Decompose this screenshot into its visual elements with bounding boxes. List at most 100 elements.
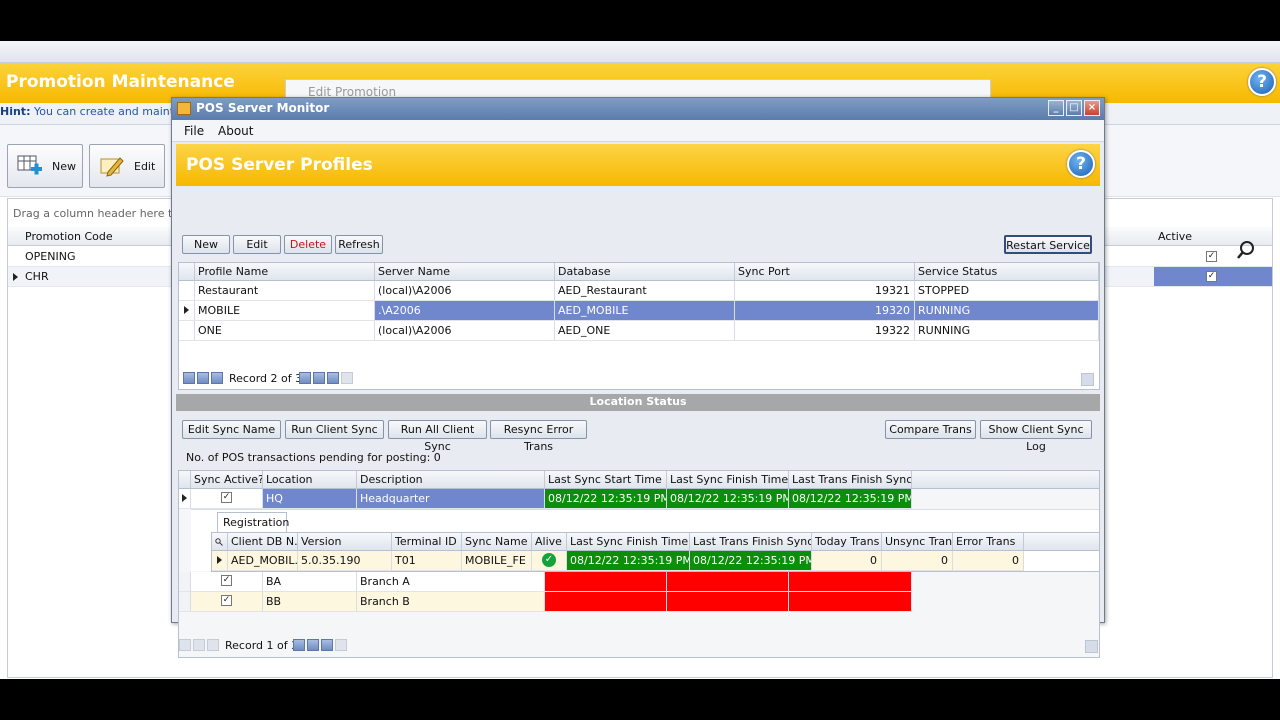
row-selector	[212, 551, 228, 571]
registration-grid: Client DB N... Version Terminal ID Sync …	[211, 532, 1099, 572]
scroll-right-button[interactable]	[1085, 640, 1098, 653]
col-last-sync-finish[interactable]: Last Sync Finish Time	[567, 533, 690, 551]
row-selector	[179, 489, 191, 509]
new-promotion-label: New	[52, 159, 76, 173]
col-sync-active[interactable]: Sync Active?	[191, 471, 263, 489]
row-indicator-icon	[13, 273, 18, 281]
hint-label: Hint:	[0, 105, 31, 118]
run-client-sync-button[interactable]: Run Client Sync	[285, 420, 384, 439]
row-indicator-icon	[184, 306, 189, 314]
last-record-button[interactable]	[321, 639, 333, 651]
pos-server-monitor-window: POS Server Monitor _ □ × File About POS …	[171, 97, 1105, 658]
col-sync-port[interactable]: Sync Port	[735, 263, 915, 281]
first-record-button[interactable]	[179, 639, 191, 651]
edit-sync-name-button[interactable]: Edit Sync Name	[182, 420, 281, 439]
col-sync-name[interactable]: Sync Name	[462, 533, 532, 551]
database: AED_MOBILE	[555, 301, 735, 321]
col-today-trans[interactable]: Today Trans	[812, 533, 882, 551]
sync-active-cell: ✓	[191, 572, 263, 592]
col-promotion-code[interactable]: Promotion Code	[25, 230, 113, 243]
col-last-trans-finish[interactable]: Last Trans Finish Sync ...	[789, 471, 912, 489]
next-record-button[interactable]	[299, 372, 311, 384]
show-client-sync-log-button[interactable]: Show Client Sync Log	[980, 420, 1092, 453]
compare-trans-button[interactable]: Compare Trans	[885, 420, 976, 439]
col-unsync-trans[interactable]: Unsync Trans	[882, 533, 953, 551]
col-server-name[interactable]: Server Name	[375, 263, 555, 281]
restart-service-button[interactable]: Restart Service	[1004, 235, 1092, 254]
scroll-left-button[interactable]	[335, 639, 347, 651]
col-last-sync-finish[interactable]: Last Sync Finish Time	[667, 471, 789, 489]
col-client-db[interactable]: Client DB N...	[228, 533, 298, 551]
help-icon[interactable]: ?	[1067, 150, 1095, 178]
maximize-button[interactable]: □	[1066, 100, 1082, 116]
col-version[interactable]: Version	[298, 533, 392, 551]
service-status: RUNNING	[915, 321, 1099, 341]
terminal-id: T01	[392, 551, 462, 571]
col-description[interactable]: Description	[357, 471, 545, 489]
scroll-right-button[interactable]	[1081, 373, 1094, 386]
sync-active-checkbox[interactable]: ✓	[221, 492, 232, 503]
sync-active-checkbox[interactable]: ✓	[221, 575, 232, 586]
prev-record-button[interactable]	[211, 372, 223, 384]
today-trans: 0	[812, 551, 882, 571]
menu-file[interactable]: File	[184, 124, 204, 138]
run-all-client-sync-button[interactable]: Run All Client Sync	[388, 420, 487, 453]
window-titlebar[interactable]: POS Server Monitor _ □ ×	[172, 98, 1104, 120]
error-trans: 0	[953, 551, 1024, 571]
check-circle-icon: ✓	[542, 553, 556, 567]
next-page-button[interactable]	[313, 372, 325, 384]
search-icon[interactable]	[1236, 240, 1256, 260]
last-trans-finish	[789, 592, 912, 612]
server-name: (local)\A2006	[375, 321, 555, 341]
last-record-button[interactable]	[327, 372, 339, 384]
active-checkbox[interactable]: ✓	[1206, 271, 1217, 282]
edit-pencil-icon	[100, 157, 124, 177]
unsync-trans: 0	[882, 551, 953, 571]
new-promotion-button[interactable]: New	[7, 144, 83, 188]
last-sync-start	[545, 572, 667, 592]
background-titlebar	[0, 41, 1280, 63]
row-indicator-icon	[217, 556, 222, 564]
last-sync-finish	[667, 592, 789, 612]
prev-page-button[interactable]	[193, 639, 205, 651]
sync-active-checkbox[interactable]: ✓	[221, 595, 232, 606]
help-icon[interactable]: ?	[1248, 68, 1276, 96]
col-last-trans-finish[interactable]: Last Trans Finish Sync ...	[690, 533, 812, 551]
edit-profile-button[interactable]: Edit	[233, 235, 281, 254]
menu-bar: File About	[172, 120, 1104, 142]
prev-record-button[interactable]	[207, 639, 219, 651]
col-alive[interactable]: Alive	[532, 533, 567, 551]
active-checkbox[interactable]: ✓	[1206, 251, 1217, 262]
sync-port: 19320	[735, 301, 915, 321]
record-counter: Record 1 of 3	[225, 639, 299, 652]
edit-promotion-button[interactable]: Edit	[89, 144, 165, 188]
col-database[interactable]: Database	[555, 263, 735, 281]
background-title: Promotion Maintenance	[6, 72, 235, 92]
close-button[interactable]: ×	[1084, 100, 1100, 116]
location: BA	[263, 572, 357, 592]
profile-name: ONE	[195, 321, 375, 341]
scroll-left-button[interactable]	[341, 372, 353, 384]
refresh-button[interactable]: Refresh	[335, 235, 383, 254]
col-profile-name[interactable]: Profile Name	[195, 263, 375, 281]
resync-error-trans-button[interactable]: Resync Error Trans	[490, 420, 587, 453]
col-location[interactable]: Location	[263, 471, 357, 489]
first-record-button[interactable]	[183, 372, 195, 384]
minimize-button[interactable]: _	[1048, 100, 1064, 116]
next-record-button[interactable]	[293, 639, 305, 651]
sync-port: 19322	[735, 321, 915, 341]
col-last-sync-start[interactable]: Last Sync Start Time	[545, 471, 667, 489]
col-error-trans[interactable]: Error Trans	[953, 533, 1024, 551]
filter-icon[interactable]	[215, 536, 223, 546]
tab-registration[interactable]: Registration	[217, 512, 289, 532]
service-status: STOPPED	[915, 281, 1099, 301]
col-active[interactable]: Active	[1158, 230, 1192, 243]
col-service-status[interactable]: Service Status	[915, 263, 1099, 281]
menu-about[interactable]: About	[218, 124, 253, 138]
col-terminal-id[interactable]: Terminal ID	[392, 533, 462, 551]
new-profile-button[interactable]: New	[182, 235, 230, 254]
row-selector	[179, 592, 191, 612]
delete-profile-button[interactable]: Delete	[284, 235, 332, 254]
next-page-button[interactable]	[307, 639, 319, 651]
prev-page-button[interactable]	[197, 372, 209, 384]
